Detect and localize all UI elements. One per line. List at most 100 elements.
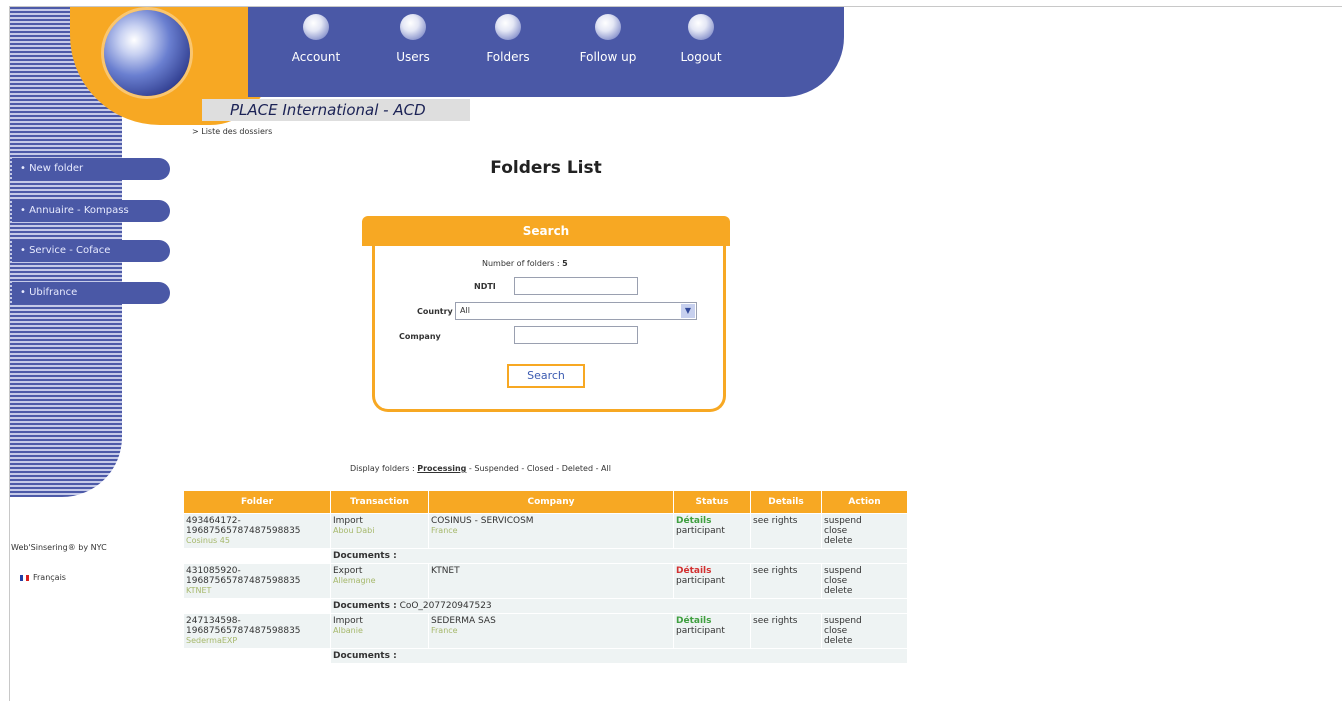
folder-count-value: 5: [562, 259, 568, 268]
table-row: 431085920- 19687565787487598835 KTNET Ex…: [183, 563, 908, 599]
documents-cell: Documents :: [330, 648, 908, 664]
folder-cell: 247134598- 19687565787487598835 SedermaE…: [183, 613, 331, 649]
transaction-place: Abou Dabi: [333, 526, 375, 535]
documents-row: Documents : CoO_207720947523: [183, 598, 908, 614]
company-label: Company: [399, 332, 441, 341]
folder-filter: Display folders : Processing - Suspended…: [350, 464, 611, 473]
nav-folders[interactable]: Folders: [468, 14, 548, 64]
header-transaction: Transaction: [330, 490, 429, 514]
documents-cell: Documents : CoO_207720947523: [330, 598, 908, 614]
status-details-link[interactable]: Détails: [676, 516, 711, 526]
transaction-place: Allemagne: [333, 576, 376, 585]
documents-spacer: [183, 548, 331, 564]
french-flag-icon: [20, 574, 29, 581]
nav-logout[interactable]: Logout: [661, 14, 741, 64]
close-link[interactable]: close: [824, 626, 905, 636]
documents-cell: Documents :: [330, 548, 908, 564]
delete-link[interactable]: delete: [824, 586, 905, 596]
breadcrumb[interactable]: > Liste des dossiers: [192, 127, 272, 136]
filter-deleted[interactable]: Deleted: [562, 464, 593, 473]
bulb-icon: [400, 14, 426, 40]
nav-account-label: Account: [291, 50, 341, 64]
status-cell: Détails participant: [673, 613, 751, 649]
delete-link[interactable]: delete: [824, 636, 905, 646]
details-cell[interactable]: see rights: [750, 613, 822, 649]
filter-prefix: Display folders :: [350, 464, 415, 473]
documents-spacer: [183, 648, 331, 664]
documents-label: Documents :: [333, 601, 397, 611]
company-cell: KTNET: [428, 563, 674, 599]
nav-account[interactable]: Account: [276, 14, 356, 64]
bulb-icon: [688, 14, 714, 40]
transaction-type: Export: [333, 566, 363, 576]
company-country: France: [431, 526, 458, 535]
suspend-link[interactable]: suspend: [824, 616, 905, 626]
company-input[interactable]: [514, 326, 638, 344]
ndti-input[interactable]: [514, 277, 638, 295]
filter-all[interactable]: All: [601, 464, 611, 473]
company-country: France: [431, 626, 458, 635]
folder-name: KTNET: [186, 586, 212, 595]
status-role: participant: [676, 626, 725, 636]
documents-value[interactable]: CoO_207720947523: [400, 601, 492, 611]
filter-suspended[interactable]: Suspended: [474, 464, 518, 473]
bulb-icon: [595, 14, 621, 40]
sidebar-item-ubifrance[interactable]: • Ubifrance: [12, 282, 170, 304]
folder-number: 19687565787487598835: [186, 526, 301, 536]
transaction-place: Albanie: [333, 626, 363, 635]
table-row: 247134598- 19687565787487598835 SedermaE…: [183, 613, 908, 649]
folder-number: 19687565787487598835: [186, 626, 301, 636]
header-folder: Folder: [183, 490, 331, 514]
folder-name: Cosinus 45: [186, 536, 230, 545]
nav-logout-label: Logout: [680, 50, 722, 64]
header-action: Action: [821, 490, 908, 514]
close-link[interactable]: close: [824, 526, 905, 536]
status-cell: Détails participant: [673, 513, 751, 549]
folder-id: 431085920-: [186, 566, 241, 576]
status-role: participant: [676, 576, 725, 586]
transaction-cell: Export Allemagne: [330, 563, 429, 599]
close-link[interactable]: close: [824, 576, 905, 586]
details-cell[interactable]: see rights: [750, 513, 822, 549]
table-header-row: Folder Transaction Company Status Detail…: [183, 490, 908, 514]
folder-cell: 431085920- 19687565787487598835 KTNET: [183, 563, 331, 599]
nav-follow-up[interactable]: Follow up: [568, 14, 648, 64]
documents-label: Documents :: [333, 651, 397, 661]
documents-row: Documents :: [183, 648, 908, 664]
folder-name: SedermaEXP: [186, 636, 238, 645]
status-details-link[interactable]: Détails: [676, 566, 711, 576]
folder-count-label: Number of folders :: [482, 259, 560, 268]
company-name: COSINUS - SERVICOSM: [431, 516, 534, 526]
status-details-link[interactable]: Détails: [676, 616, 711, 626]
search-panel-title: Search: [362, 216, 730, 246]
folder-id: 247134598-: [186, 616, 241, 626]
nav-users-label: Users: [396, 50, 430, 64]
folder-number: 19687565787487598835: [186, 576, 301, 586]
documents-row: Documents :: [183, 548, 908, 564]
action-cell: suspend close delete: [821, 563, 908, 599]
details-cell[interactable]: see rights: [750, 563, 822, 599]
company-name: KTNET: [431, 566, 460, 576]
sidebar-item-service-coface[interactable]: • Service - Coface: [12, 240, 170, 262]
suspend-link[interactable]: suspend: [824, 516, 905, 526]
bulb-icon: [303, 14, 329, 40]
transaction-cell: Import Abou Dabi: [330, 513, 429, 549]
nav-follow-up-label: Follow up: [579, 50, 637, 64]
page-title: Folders List: [490, 158, 602, 178]
filter-processing[interactable]: Processing: [417, 464, 466, 473]
action-cell: suspend close delete: [821, 613, 908, 649]
filter-closed[interactable]: Closed: [527, 464, 554, 473]
documents-label: Documents :: [333, 551, 397, 561]
ndti-label: NDTI: [474, 282, 496, 291]
delete-link[interactable]: delete: [824, 536, 905, 546]
chevron-down-icon[interactable]: ▼: [681, 304, 695, 318]
sidebar-item-annuaire-kompass[interactable]: • Annuaire - Kompass: [12, 200, 170, 222]
country-select[interactable]: All ▼: [455, 302, 697, 320]
company-cell: COSINUS - SERVICOSM France: [428, 513, 674, 549]
search-button[interactable]: Search: [507, 364, 585, 388]
language-link[interactable]: Français: [20, 573, 66, 582]
status-role: participant: [676, 526, 725, 536]
folder-cell: 493464172- 19687565787487598835 Cosinus …: [183, 513, 331, 549]
nav-users[interactable]: Users: [373, 14, 453, 64]
suspend-link[interactable]: suspend: [824, 566, 905, 576]
